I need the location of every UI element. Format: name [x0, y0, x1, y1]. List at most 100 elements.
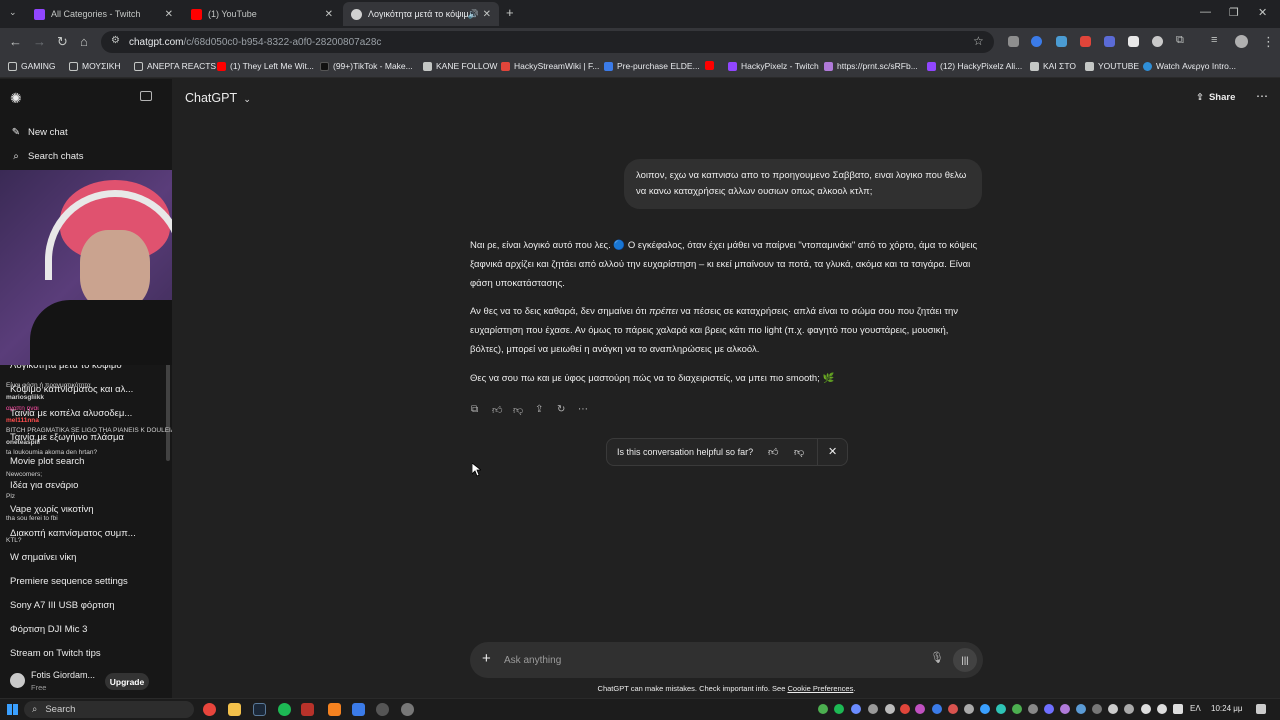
reload-icon[interactable]: ↻	[57, 34, 68, 50]
settings-app-icon[interactable]	[376, 703, 389, 716]
close-sidebar-icon[interactable]	[140, 91, 152, 101]
bookmark-link[interactable]: KANE FOLLOW	[423, 61, 497, 71]
tray-icon[interactable]	[1028, 704, 1038, 714]
bookmark-link[interactable]	[705, 61, 718, 70]
bookmark-link[interactable]: YOUTUBE	[1085, 61, 1139, 71]
speaker-icon[interactable]: 🔊	[468, 9, 479, 20]
close-window-icon[interactable]: ✕	[1258, 6, 1267, 19]
bookmark-folder[interactable]: ΑΝΕΡΓΑ REACTS	[134, 61, 216, 71]
microphone-icon[interactable]: 🎙︎	[930, 651, 944, 664]
tray-icon[interactable]	[900, 704, 910, 714]
prompt-input[interactable]	[504, 650, 904, 670]
restore-icon[interactable]: ❐	[1229, 6, 1239, 19]
history-item[interactable]: Ιδέα για σενάριο	[10, 480, 78, 491]
tray-icon[interactable]	[1092, 704, 1102, 714]
tray-icon[interactable]	[996, 704, 1006, 714]
openai-logo-icon[interactable]: ✺	[10, 90, 22, 107]
steam-app-icon[interactable]	[253, 703, 266, 716]
bookmark-link[interactable]: https://prnt.sc/sRFb...	[824, 61, 918, 71]
more-icon[interactable]: ⋯	[578, 404, 588, 415]
extension-icon[interactable]	[1152, 36, 1163, 47]
upgrade-button[interactable]: Upgrade	[105, 673, 149, 690]
browser-menu-icon[interactable]: ⋮	[1262, 34, 1275, 50]
tray-icon[interactable]	[868, 704, 878, 714]
tray-icon[interactable]	[1108, 704, 1118, 714]
user-account[interactable]: Fotis Giordam... Free Upgrade	[0, 665, 172, 698]
battery-icon[interactable]	[1173, 704, 1183, 714]
profile-avatar[interactable]	[1235, 35, 1248, 48]
tray-icon[interactable]	[1044, 704, 1054, 714]
bookmark-link[interactable]: HackyPixelz - Twitch	[728, 61, 819, 71]
search-chats-button[interactable]: ⌕ Search chats	[10, 151, 83, 162]
add-attachment-icon[interactable]: +	[482, 650, 491, 667]
more-options-icon[interactable]: ⋯	[1256, 89, 1268, 103]
extension-icon[interactable]	[1128, 36, 1139, 47]
tray-icon[interactable]	[1124, 704, 1134, 714]
extension-icon[interactable]	[1080, 36, 1091, 47]
copy-icon[interactable]: ⧉	[471, 404, 478, 415]
bookmark-link[interactable]: (12) HackyPixelz Ali...	[927, 61, 1022, 71]
history-item[interactable]: W σημαίνει νίκη	[10, 552, 76, 563]
cookie-preferences-link[interactable]: Cookie Preferences	[787, 684, 853, 693]
history-item[interactable]: Ταινία με κοπέλα αλυσοδεμ...	[10, 408, 132, 419]
spotify-app-icon[interactable]	[278, 703, 291, 716]
tray-icon[interactable]	[948, 704, 958, 714]
back-icon[interactable]: ←	[9, 34, 22, 49]
extension-icon[interactable]	[1008, 36, 1019, 47]
obs-app-icon[interactable]	[301, 703, 314, 716]
file-explorer-icon[interactable]	[228, 703, 241, 716]
history-item[interactable]: Ταινία με εξωγήινο πλάσμα	[10, 432, 124, 443]
bookmark-link[interactable]: (99+)TikTok - Make...	[320, 61, 413, 71]
tray-icon[interactable]	[1012, 704, 1022, 714]
tab-search-icon[interactable]: ⌄	[9, 7, 17, 18]
tray-icon[interactable]	[915, 704, 925, 714]
history-item[interactable]: Sony A7 III USB φόρτιση	[10, 600, 114, 611]
windows-start-icon[interactable]	[7, 704, 18, 715]
close-icon[interactable]: ✕	[325, 9, 333, 20]
site-info-icon[interactable]: ⚙	[111, 35, 120, 46]
extension-icon[interactable]	[1104, 36, 1115, 47]
bookmark-link[interactable]: (1) They Left Me Wit...	[217, 61, 314, 71]
history-item[interactable]: Φόρτιση DJI Mic 3	[10, 624, 87, 635]
history-item[interactable]: Διακοπή καπνίσματος συμπ...	[10, 528, 136, 539]
volume-icon[interactable]	[1157, 704, 1167, 714]
tray-icon[interactable]	[851, 704, 861, 714]
extension-icon[interactable]	[1031, 36, 1042, 47]
close-icon[interactable]: ✕	[483, 9, 491, 20]
tray-icon[interactable]	[885, 704, 895, 714]
close-icon[interactable]: ✕	[828, 445, 837, 458]
voice-mode-button[interactable]: |||	[953, 648, 977, 672]
tray-icon[interactable]	[1076, 704, 1086, 714]
tray-icon[interactable]	[818, 704, 828, 714]
tray-icon[interactable]	[1060, 704, 1070, 714]
tab-twitch[interactable]: All Categories - Twitch ✕	[26, 2, 181, 26]
bookmark-star-icon[interactable]: ☆	[973, 34, 984, 48]
chrome-app-icon[interactable]	[203, 703, 216, 716]
language-indicator[interactable]: ΕΛ	[1190, 704, 1201, 713]
bookmark-link[interactable]: Pre-purchase ELDE...	[604, 61, 700, 71]
bookmark-folder[interactable]: ΜΟΥΣΙΚΗ	[69, 61, 121, 71]
new-chat-button[interactable]: ✎ New chat	[10, 127, 68, 138]
url-field[interactable]: ⚙ chatgpt.com/c/68d050c0-b954-8322-a0f0-…	[101, 31, 994, 53]
notification-icon[interactable]	[1256, 704, 1266, 714]
close-icon[interactable]: ✕	[165, 9, 173, 20]
extensions-puzzle-icon[interactable]: ⧉	[1176, 34, 1184, 47]
model-selector[interactable]: ChatGPT ⌄	[185, 91, 251, 105]
wifi-icon[interactable]	[1141, 704, 1151, 714]
tray-icon[interactable]	[980, 704, 990, 714]
thumbs-up-icon[interactable]: 👍︎	[492, 404, 502, 416]
thumbs-down-icon[interactable]: 👎︎	[794, 446, 804, 458]
history-item[interactable]: Κόψιμο καπνίσματος και αλ...	[10, 384, 133, 395]
home-icon[interactable]: ⌂	[80, 34, 88, 49]
app-icon[interactable]	[352, 703, 365, 716]
bookmark-folder[interactable]: GAMING	[8, 61, 55, 71]
minimize-icon[interactable]: —	[1200, 6, 1211, 18]
history-item[interactable]: Vape χωρίς νικοτίνη	[10, 504, 94, 515]
tab-youtube[interactable]: (1) YouTube ✕	[183, 2, 341, 26]
history-item[interactable]: Premiere sequence settings	[10, 576, 128, 587]
reading-list-icon[interactable]: ≡	[1211, 34, 1217, 46]
tray-icon[interactable]	[932, 704, 942, 714]
share-icon[interactable]: ⇪	[535, 404, 543, 415]
spotify-tray-icon[interactable]	[834, 704, 844, 714]
forward-icon[interactable]: →	[33, 34, 46, 49]
